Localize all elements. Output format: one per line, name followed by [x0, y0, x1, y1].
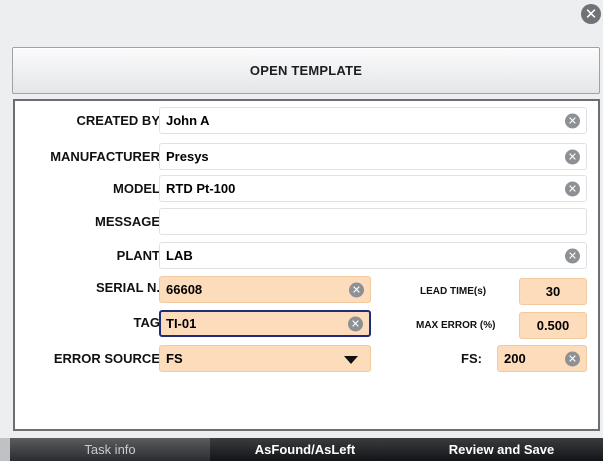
max-error-value: 0.500	[536, 318, 570, 333]
max-error-label: MAX ERROR (%)	[416, 320, 496, 331]
manufacturer-field[interactable]: Presys ✕	[159, 143, 587, 170]
model-field[interactable]: RTD Pt-100 ✕	[159, 175, 587, 202]
close-icon[interactable]: ✕	[581, 4, 601, 24]
error-source-select[interactable]: FS	[159, 345, 371, 372]
tag-value: TI-01	[166, 316, 197, 331]
clear-icon[interactable]: ✕	[565, 248, 580, 263]
clear-icon[interactable]: ✕	[565, 181, 580, 196]
message-label: MESSAGE	[94, 214, 160, 229]
clear-icon[interactable]: ✕	[348, 316, 363, 331]
bottom-tab-bar: Task info AsFound/AsLeft Review and Save	[0, 438, 603, 461]
tab-asfound-asleft[interactable]: AsFound/AsLeft	[210, 438, 400, 461]
fs-label: FS:	[461, 351, 482, 366]
lead-time-value: 30	[545, 284, 561, 299]
fs-value: 200	[504, 351, 526, 366]
serial-label: SERIAL N.	[95, 280, 160, 295]
serial-value: 66608	[166, 282, 203, 297]
model-value: RTD Pt-100	[166, 181, 236, 196]
lead-time-label: LEAD TIME(s)	[420, 286, 487, 297]
clear-icon[interactable]: ✕	[565, 351, 580, 366]
template-form-panel: CREATED BY John A ✕ MANUFACTURER Presys …	[13, 99, 600, 431]
lead-time-field[interactable]: 30	[519, 278, 587, 305]
serial-field[interactable]: 66608 ✕	[159, 276, 371, 303]
plant-label: PLANT	[116, 248, 160, 263]
tab-task-info[interactable]: Task info	[10, 438, 210, 461]
manufacturer-value: Presys	[166, 149, 209, 164]
open-template-button[interactable]: OPEN TEMPLATE	[12, 47, 600, 94]
clear-icon[interactable]: ✕	[565, 149, 580, 164]
tab-review-and-save[interactable]: Review and Save	[400, 438, 603, 461]
plant-field[interactable]: LAB ✕	[159, 242, 587, 269]
clear-icon[interactable]: ✕	[349, 282, 364, 297]
error-source-value: FS	[166, 351, 183, 366]
plant-value: LAB	[166, 248, 193, 263]
tag-field[interactable]: TI-01 ✕	[159, 310, 371, 337]
message-field[interactable]	[159, 208, 587, 235]
created-by-label: CREATED BY	[76, 113, 160, 128]
app-window: ✕ OPEN TEMPLATE CREATED BY John A ✕ MANU…	[0, 0, 603, 461]
clear-icon[interactable]: ✕	[565, 113, 580, 128]
manufacturer-label: MANUFACTURER	[50, 149, 160, 164]
max-error-field[interactable]: 0.500	[519, 312, 587, 339]
fs-field[interactable]: 200 ✕	[497, 345, 587, 372]
model-label: MODEL	[113, 181, 160, 196]
created-by-field[interactable]: John A ✕	[159, 107, 587, 134]
created-by-value: John A	[166, 113, 210, 128]
tag-label: TAG	[133, 315, 160, 330]
chevron-down-icon	[344, 355, 358, 364]
error-source-label: ERROR SOURCE	[53, 351, 160, 366]
